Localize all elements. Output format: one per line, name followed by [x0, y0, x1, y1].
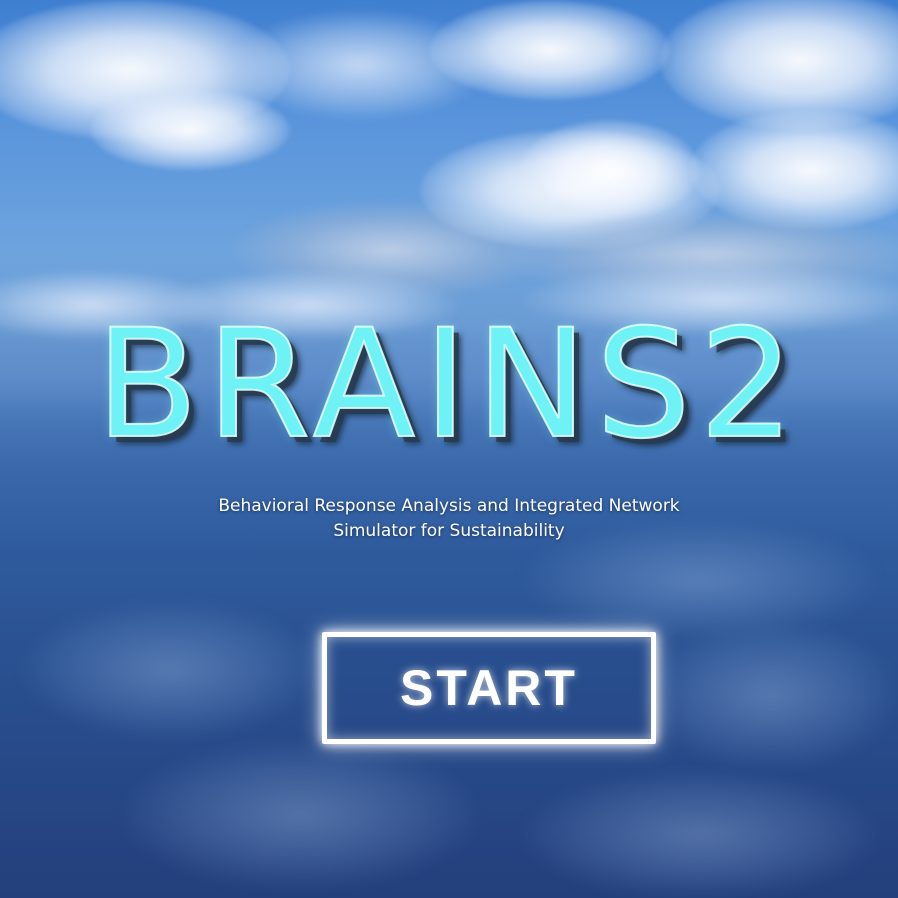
cloud-reflection [640, 620, 898, 770]
start-button[interactable]: START [322, 632, 656, 744]
cloud [90, 90, 290, 170]
cloud-reflection [520, 770, 880, 898]
game-title-logo: BRAINS2 [95, 298, 803, 472]
cloud-reflection [20, 600, 320, 740]
cloud-reflection [120, 740, 480, 890]
cloud [520, 120, 700, 220]
game-subtitle: Behavioral Response Analysis and Integra… [149, 494, 749, 544]
subtitle-line: Behavioral Response Analysis and Integra… [218, 496, 680, 516]
cloud [430, 0, 670, 100]
title-screen: BRAINS2 Behavioral Response Analysis and… [0, 0, 898, 898]
start-button-label: START [400, 660, 578, 716]
cloud [660, 0, 898, 130]
subtitle-line: Simulator for Sustainability [333, 521, 565, 541]
